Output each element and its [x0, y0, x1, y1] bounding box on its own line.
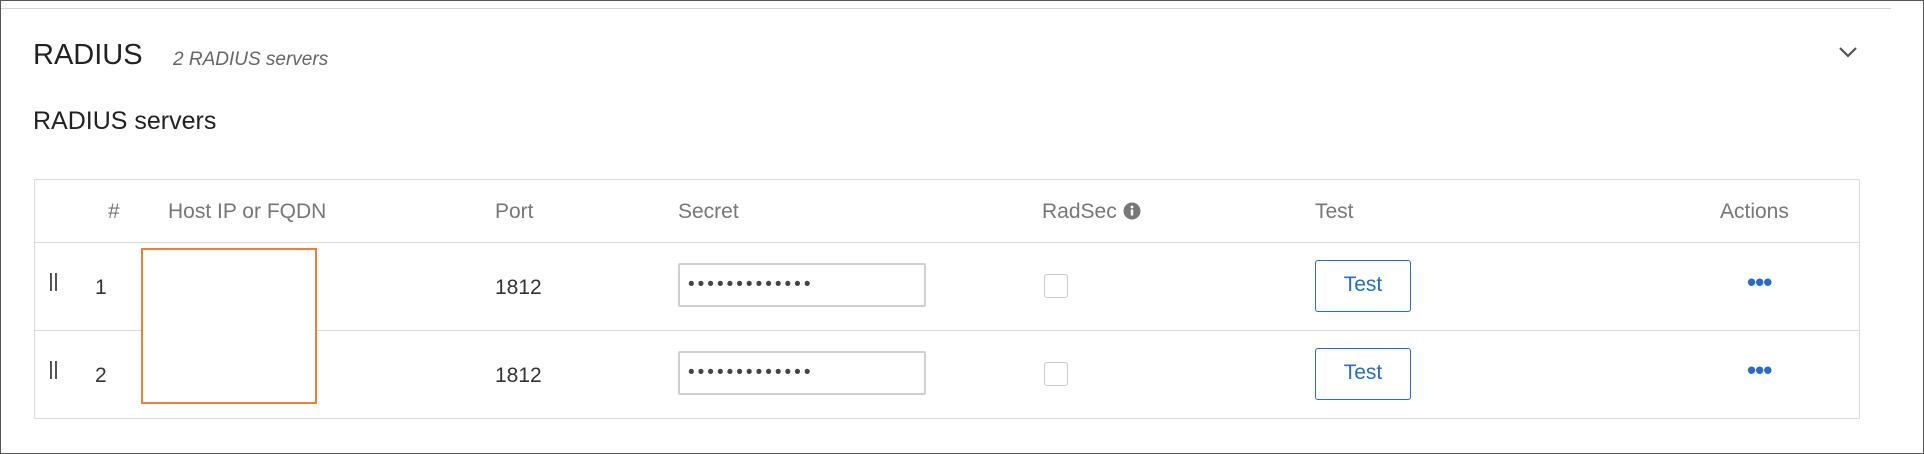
test-button[interactable]: Test: [1315, 260, 1411, 312]
column-header-secret: Secret: [678, 200, 739, 223]
servers-heading: RADIUS servers: [33, 107, 217, 135]
table-header: # Host IP or FQDN Port Secret RadSec Tes…: [35, 180, 1859, 243]
row-number: 2: [95, 364, 107, 387]
column-header-radsec: RadSec: [1042, 200, 1141, 224]
test-button[interactable]: Test: [1315, 348, 1411, 400]
column-header-test: Test: [1315, 200, 1354, 223]
host-input-highlight[interactable]: [141, 248, 317, 404]
column-header-port: Port: [495, 200, 534, 223]
secret-field[interactable]: •••••••••••••: [678, 263, 926, 307]
drag-handle-icon[interactable]: [50, 273, 58, 291]
divider: [1, 8, 1891, 9]
secret-field[interactable]: •••••••••••••: [678, 351, 926, 395]
more-horizontal-icon[interactable]: •••: [1747, 269, 1772, 295]
drag-handle-icon[interactable]: [50, 361, 58, 379]
row-number: 1: [95, 276, 107, 299]
radsec-checkbox[interactable]: [1044, 274, 1068, 298]
radsec-checkbox[interactable]: [1044, 362, 1068, 386]
info-icon[interactable]: [1123, 202, 1141, 220]
column-header-actions: Actions: [1720, 200, 1789, 223]
column-header-radsec-label: RadSec: [1042, 200, 1117, 223]
column-header-host: Host IP or FQDN: [168, 200, 327, 223]
radius-panel: RADIUS 2 RADIUS servers RADIUS servers #…: [0, 0, 1924, 454]
port-value: 1812: [495, 364, 542, 387]
section-title: RADIUS: [33, 39, 143, 71]
more-horizontal-icon[interactable]: •••: [1747, 357, 1772, 383]
section-subtitle: 2 RADIUS servers: [173, 49, 329, 70]
column-header-number: #: [108, 200, 120, 223]
chevron-down-icon[interactable]: [1837, 45, 1859, 59]
port-value: 1812: [495, 276, 542, 299]
